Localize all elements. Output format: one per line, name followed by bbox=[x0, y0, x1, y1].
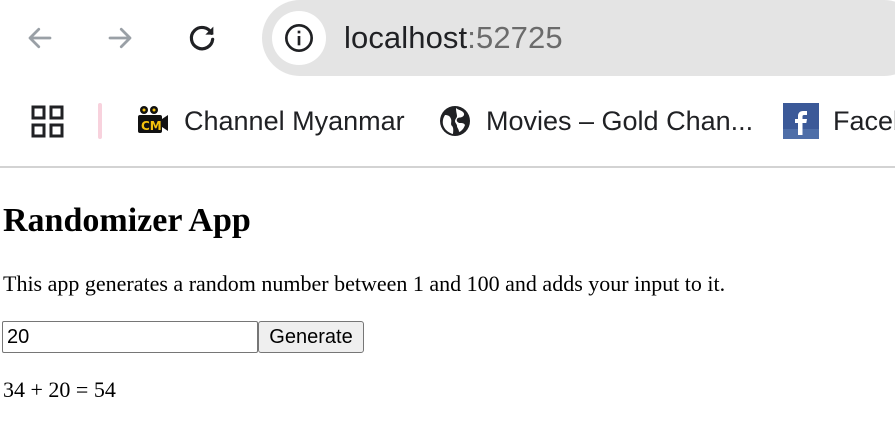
bookmark-channel-myanmar[interactable]: CM Channel Myanmar bbox=[136, 100, 405, 142]
bookmarks-bar: CM Channel Myanmar Movies – Gold Chan...… bbox=[0, 78, 895, 168]
bookmarks-separator bbox=[98, 103, 102, 139]
browser-toolbar: localhost:52725 bbox=[0, 0, 895, 78]
address-bar[interactable]: localhost:52725 bbox=[262, 0, 895, 76]
url-text[interactable]: localhost:52725 bbox=[344, 19, 563, 57]
apps-button[interactable] bbox=[30, 104, 66, 140]
result-text: 34 + 20 = 54 bbox=[3, 377, 116, 402]
url-host: localhost bbox=[344, 20, 468, 55]
reload-button[interactable] bbox=[178, 14, 226, 62]
back-button[interactable] bbox=[16, 14, 64, 62]
generate-button[interactable]: Generate bbox=[258, 321, 364, 353]
info-icon bbox=[285, 24, 313, 52]
forward-button[interactable] bbox=[96, 14, 144, 62]
number-input[interactable] bbox=[2, 321, 258, 353]
page-title: Randomizer App bbox=[3, 202, 251, 239]
app-description: This app generates a random number betwe… bbox=[3, 271, 726, 296]
bookmark-movies-gold-channel[interactable]: Movies – Gold Chan... bbox=[438, 100, 753, 142]
facebook-icon bbox=[783, 103, 819, 139]
reload-icon bbox=[189, 25, 215, 51]
arrow-right-icon bbox=[108, 27, 132, 49]
page-content: Randomizer App This app generates a rand… bbox=[0, 168, 895, 431]
bookmark-facebook[interactable]: Faceb bbox=[783, 100, 895, 142]
url-port: :52725 bbox=[467, 20, 563, 55]
arrow-left-icon bbox=[28, 27, 52, 49]
bookmark-label: Faceb bbox=[833, 105, 895, 136]
bookmark-label: Channel Myanmar bbox=[184, 105, 405, 136]
svg-text:CM: CM bbox=[141, 119, 162, 133]
channel-myanmar-icon: CM bbox=[138, 106, 168, 133]
site-info-button[interactable] bbox=[272, 11, 326, 65]
apps-grid-icon bbox=[31, 105, 64, 138]
bookmark-label: Movies – Gold Chan... bbox=[486, 105, 754, 136]
globe-icon bbox=[440, 106, 470, 136]
